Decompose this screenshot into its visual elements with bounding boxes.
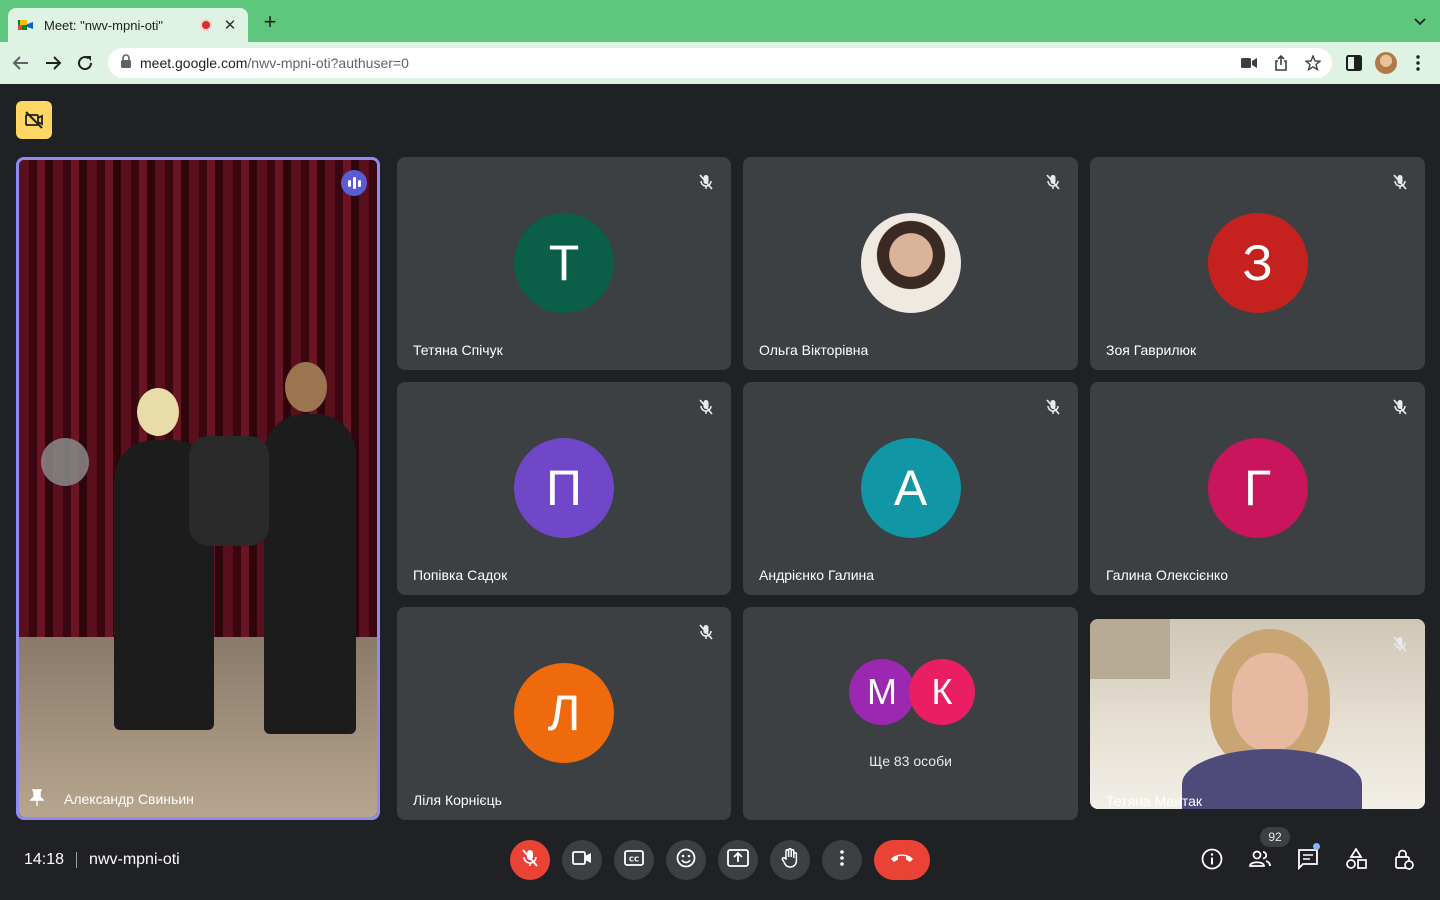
participant-name: Андрієнко Галина (759, 567, 875, 583)
avatar: А (860, 438, 961, 538)
tab-title: Meet: "nwv-mpni-oti" (44, 17, 164, 33)
tab-search-chevron-icon[interactable] (1414, 14, 1426, 26)
participant-name: Ліля Корнієць (413, 792, 502, 808)
address-bar[interactable]: meet.google.com/nwv-mpni-oti?authuser=0 (108, 48, 1332, 78)
participant-video-tile[interactable]: Тетяна Мантак (1090, 619, 1425, 809)
participant-count-badge: 92 (1260, 827, 1290, 847)
mic-off-icon (695, 396, 717, 418)
more-participants-label: Ще 83 особи (869, 753, 952, 769)
chat-button[interactable] (1295, 848, 1321, 874)
forward-arrow-icon[interactable] (40, 50, 66, 76)
camera-off-warning-icon[interactable] (16, 101, 52, 139)
pinned-participant-tile[interactable]: Александр Свиньин (16, 157, 380, 820)
emoji-icon (676, 848, 696, 873)
host-controls-icon (1393, 848, 1415, 875)
browser-tab-strip: Meet: "nwv-mpni-oti" ✕ + (0, 0, 1440, 42)
activities-icon (1345, 846, 1367, 875)
bookmark-star-icon[interactable] (1304, 54, 1322, 72)
avatar: П (514, 438, 614, 538)
recording-indicator-icon (200, 19, 212, 31)
profile-avatar[interactable] (1375, 52, 1397, 74)
url-text: meet.google.com/nwv-mpni-oti?authuser=0 (140, 55, 409, 71)
speaking-indicator-icon (341, 170, 367, 196)
back-arrow-icon[interactable] (8, 50, 34, 76)
svg-text:CC: CC (629, 855, 639, 863)
avatar: К (909, 659, 975, 725)
participant-name: Ольга Вікторівна (759, 342, 869, 358)
participant-tile[interactable]: Ольга Вікторівна (743, 157, 1078, 370)
camera-toggle-button[interactable] (562, 840, 602, 880)
mic-off-icon (1389, 396, 1411, 418)
browser-menu-icon[interactable] (1407, 52, 1429, 74)
participant-name: Александр Свиньин (64, 791, 194, 807)
call-end-icon (890, 851, 914, 869)
browser-tab[interactable]: Meet: "nwv-mpni-oti" ✕ (8, 8, 248, 42)
avatar: М (849, 659, 915, 725)
participant-tile[interactable]: З Зоя Гаврилюк (1090, 157, 1425, 370)
people-icon (1248, 850, 1272, 873)
prop-circle (41, 438, 89, 486)
avatar-photo (860, 213, 961, 313)
participant-name: Тетяна Мантак (1106, 793, 1202, 809)
more-participants-tile[interactable]: М К Ще 83 особи (743, 607, 1078, 820)
mic-toggle-button[interactable] (510, 840, 550, 880)
people-button[interactable] (1247, 848, 1273, 874)
participant-tile[interactable]: П Попівка Садок (397, 382, 731, 595)
mic-off-icon (1042, 171, 1064, 193)
leave-call-button[interactable] (874, 840, 930, 880)
participant-name: Галина Олексієнко (1106, 567, 1229, 583)
more-options-button[interactable] (822, 840, 862, 880)
performer-right (264, 414, 356, 734)
chat-unread-dot (1313, 843, 1320, 850)
browser-toolbar: meet.google.com/nwv-mpni-oti?authuser=0 (0, 42, 1440, 84)
mic-off-icon (695, 171, 717, 193)
meeting-time: 14:18 (24, 851, 65, 868)
raise-hand-icon (781, 847, 799, 873)
host-controls-button[interactable] (1391, 848, 1417, 874)
meeting-details: 14:18 nwv-mpni-oti (24, 851, 180, 869)
activities-button[interactable] (1343, 846, 1369, 875)
mic-off-icon (522, 848, 538, 872)
avatar: Т (514, 213, 614, 313)
share-icon[interactable] (1272, 54, 1290, 72)
closed-caption-icon: CC (624, 849, 644, 871)
meeting-code: nwv-mpni-oti (89, 851, 180, 868)
participant-name: Зоя Гаврилюк (1106, 342, 1197, 358)
mic-off-icon (695, 621, 717, 643)
participant-face (1232, 653, 1308, 751)
present-screen-icon (727, 848, 749, 872)
side-panel-icon[interactable] (1343, 52, 1365, 74)
pin-icon[interactable] (29, 789, 45, 807)
raise-hand-button[interactable] (770, 840, 810, 880)
participant-tile[interactable]: Л Ліля Корнієць (397, 607, 731, 820)
lock-icon (120, 53, 132, 73)
meet-stage: Александр Свиньин Т Тетяна Спічук Ольга … (0, 84, 1440, 900)
videocam-icon (572, 850, 592, 870)
puppet (189, 436, 269, 546)
participant-name: Попівка Садок (413, 567, 508, 583)
chat-icon (1297, 848, 1319, 875)
participant-tile[interactable]: Г Галина Олексієнко (1090, 382, 1425, 595)
avatar: Г (1207, 438, 1308, 538)
participant-name: Тетяна Спічук (413, 342, 503, 358)
participant-tile[interactable]: Т Тетяна Спічук (397, 157, 731, 370)
captions-button[interactable]: CC (614, 840, 654, 880)
avatar: З (1207, 213, 1308, 313)
tab-close-icon[interactable]: ✕ (222, 16, 238, 34)
more-vert-icon (840, 849, 844, 871)
mic-off-icon (1389, 171, 1411, 193)
mic-off-icon (1042, 396, 1064, 418)
meet-favicon-icon (18, 18, 34, 32)
reload-icon[interactable] (72, 50, 98, 76)
new-tab-button[interactable]: + (258, 10, 282, 34)
present-button[interactable] (718, 840, 758, 880)
camera-in-use-icon[interactable] (1240, 54, 1258, 72)
meeting-details-button[interactable] (1199, 848, 1225, 874)
avatar: Л (514, 663, 614, 763)
mic-off-icon (1389, 633, 1411, 655)
reactions-button[interactable] (666, 840, 706, 880)
info-icon (1201, 848, 1223, 875)
participant-tile[interactable]: А Андрієнко Галина (743, 382, 1078, 595)
